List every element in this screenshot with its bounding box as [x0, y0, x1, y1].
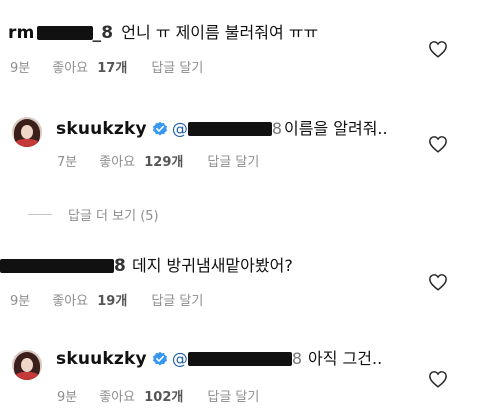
avatar[interactable] — [12, 117, 42, 147]
comment-4-text: 아직 그건.. — [308, 349, 383, 368]
comment-3-time: 9분 — [10, 294, 31, 309]
heart-outline-icon[interactable] — [428, 273, 448, 291]
comment-4-likes[interactable]: 좋아요 102개 — [99, 386, 183, 405]
comment-1-time: 9분 — [10, 61, 31, 76]
comment-4-time: 9분 — [57, 390, 78, 405]
comment-4-mention-tail[interactable]: 8 — [292, 348, 302, 370]
comment-1-likes[interactable]: 좋아요 17개 — [52, 57, 127, 76]
redacted-mention — [187, 122, 272, 136]
comment-3-line: 8 데지 방귀냄새맡아봤어? — [0, 255, 293, 277]
comment-4-reply-button[interactable]: 답글 달기 — [207, 386, 259, 405]
comment-2-mention-prefix[interactable]: @ — [172, 118, 188, 140]
view-more-label: 답글 더 보기 (5) — [68, 209, 159, 224]
comment-4-username[interactable]: skuukzky — [56, 348, 147, 370]
comment-3-reply-button[interactable]: 답글 달기 — [151, 290, 203, 309]
comment-1-text: 언니 ㅠ 제이름 불러줘여 ㅠㅠ — [121, 23, 319, 42]
comment-2-time: 7분 — [57, 155, 78, 170]
comment-2-meta: 7분 좋아요 129개 답글 달기 — [57, 151, 259, 170]
comment-4-mention-prefix[interactable]: @ — [172, 348, 188, 370]
divider — [28, 214, 52, 215]
comment-4-line: skuukzky @ 8 아직 그건.. — [56, 348, 382, 370]
comment-3-likes[interactable]: 좋아요 19개 — [52, 290, 127, 309]
heart-outline-icon[interactable] — [428, 370, 448, 388]
comment-2-reply-button[interactable]: 답글 달기 — [207, 151, 259, 170]
comment-3-username-tail[interactable]: 8 — [114, 255, 126, 277]
comment-2-line: skuukzky @ 8 이름을 알려줘.. — [56, 118, 388, 140]
comment-2-text: 이름을 알려줘.. — [284, 119, 388, 138]
comment-3-text: 데지 방귀냄새맡아봤어? — [132, 256, 293, 275]
view-more-replies-button[interactable]: 답글 더 보기 (5) — [28, 205, 159, 224]
verified-badge-icon — [152, 121, 167, 136]
heart-outline-icon[interactable] — [428, 135, 448, 153]
avatar[interactable] — [12, 350, 42, 380]
comment-1-username[interactable]: rm — [8, 22, 35, 44]
redacted-mention — [187, 352, 292, 366]
redacted-username — [0, 259, 114, 273]
comment-3-meta: 9분 좋아요 19개 답글 달기 — [10, 290, 203, 309]
comment-4-meta: 9분 좋아요 102개 답글 달기 — [57, 386, 259, 405]
comment-2-likes[interactable]: 좋아요 129개 — [99, 151, 183, 170]
comment-1-line: rm _8 언니 ㅠ 제이름 불러줘여 ㅠㅠ — [8, 22, 318, 44]
heart-outline-icon[interactable] — [428, 40, 448, 58]
comment-2-username[interactable]: skuukzky — [56, 118, 147, 140]
comment-1-meta: 9분 좋아요 17개 답글 달기 — [10, 57, 203, 76]
verified-badge-icon — [152, 351, 167, 366]
comment-2-mention-tail[interactable]: 8 — [272, 118, 282, 140]
comment-1-username-tail[interactable]: _8 — [93, 22, 114, 44]
comment-1-reply-button[interactable]: 답글 달기 — [151, 57, 203, 76]
redacted-username — [36, 26, 93, 40]
